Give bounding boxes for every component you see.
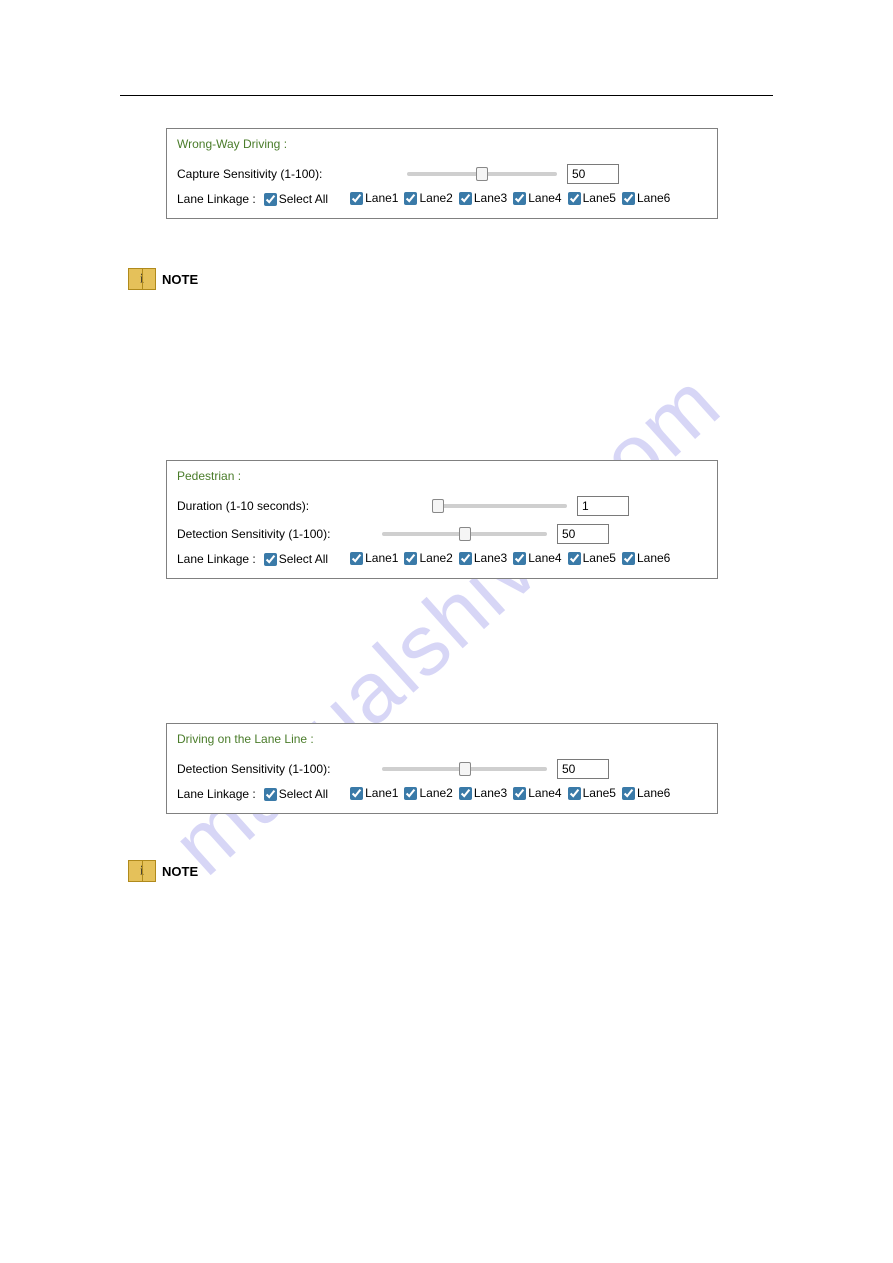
lane-checkbox[interactable]: Lane3 <box>459 786 507 800</box>
lane-checkbox-label: Lane6 <box>637 786 670 800</box>
detect-value-input[interactable] <box>557 524 609 544</box>
lane-checkbox[interactable]: Lane5 <box>568 191 616 205</box>
lane-linkage-label: Lane Linkage : <box>177 552 256 566</box>
lane-checkbox-label: Lane3 <box>474 551 507 565</box>
lane-checkbox[interactable]: Lane4 <box>513 551 561 565</box>
lane-checks: Lane1 Lane2 Lane3 Lane4 Lane5 Lane6 <box>350 551 676 568</box>
lane-checkbox[interactable]: Lane2 <box>404 551 452 565</box>
lane-checkbox[interactable]: Lane4 <box>513 191 561 205</box>
lane-linkage-label: Lane Linkage : <box>177 192 256 206</box>
lane-checkbox[interactable]: Lane3 <box>459 191 507 205</box>
detect-label: Detection Sensitivity (1-100): <box>177 762 407 776</box>
lane-checkbox-label: Lane3 <box>474 191 507 205</box>
lane-linkage-row: Lane Linkage : Select All Lane1Lane2Lane… <box>177 191 707 208</box>
lane-checkbox-label: Lane4 <box>528 786 561 800</box>
note-callout: NOTE <box>128 860 198 882</box>
lane-checkbox-label: Lane2 <box>419 786 452 800</box>
lane-checkbox-label: Lane1 <box>365 191 398 205</box>
detect-label: Detection Sensitivity (1-100): <box>177 527 407 541</box>
panel-wrong-way: Wrong-Way Driving : Capture Sensitivity … <box>166 128 718 219</box>
duration-slider[interactable] <box>432 499 567 513</box>
select-all-checkbox[interactable]: Select All <box>264 552 328 566</box>
lane-checkbox[interactable]: Lane4 <box>513 786 561 800</box>
panel-title: Driving on the Lane Line : <box>177 732 707 746</box>
slider-thumb[interactable] <box>432 499 444 513</box>
capture-sensitivity-row: Capture Sensitivity (1-100): <box>177 163 707 185</box>
lane-checkbox[interactable]: Lane2 <box>404 786 452 800</box>
lane-checkbox-label: Lane5 <box>583 786 616 800</box>
lane-linkage-row: Lane Linkage : Select All Lane1Lane2Lane… <box>177 786 707 803</box>
lane-checkbox[interactable]: Lane6 <box>622 551 670 565</box>
select-all-checkbox[interactable]: Select All <box>264 192 328 206</box>
detect-row: Detection Sensitivity (1-100): <box>177 523 707 545</box>
slider-thumb[interactable] <box>459 762 471 776</box>
lane-checkbox-label: Lane4 <box>528 191 561 205</box>
lane-checkbox-label: Lane5 <box>583 191 616 205</box>
duration-label: Duration (1-10 seconds): <box>177 499 407 513</box>
panel-title: Pedestrian : <box>177 469 707 483</box>
detect-slider[interactable] <box>382 762 547 776</box>
note-label: NOTE <box>162 864 198 879</box>
select-all-text: Select All <box>279 552 328 566</box>
lane-checkbox[interactable]: Lane1 <box>350 551 398 565</box>
capture-label: Capture Sensitivity (1-100): <box>177 167 407 181</box>
slider-thumb[interactable] <box>476 167 488 181</box>
panel-lane-line: Driving on the Lane Line : Detection Sen… <box>166 723 718 814</box>
select-all-checkbox[interactable]: Select All <box>264 787 328 801</box>
lane-linkage-row: Lane Linkage : Select All Lane1Lane2Lane… <box>177 551 707 568</box>
detect-row: Detection Sensitivity (1-100): <box>177 758 707 780</box>
lane-checkbox-label: Lane1 <box>365 786 398 800</box>
detect-value-input[interactable] <box>557 759 609 779</box>
lane-checkbox-label: Lane2 <box>419 191 452 205</box>
note-callout: NOTE <box>128 268 198 290</box>
slider-thumb[interactable] <box>459 527 471 541</box>
lane-checkbox-label: Lane5 <box>583 551 616 565</box>
lane-checkbox-label: Lane4 <box>528 551 561 565</box>
panel-pedestrian: Pedestrian : Duration (1-10 seconds): De… <box>166 460 718 579</box>
lane-linkage-label: Lane Linkage : <box>177 787 256 801</box>
document-page: manualshive.com Wrong-Way Driving : Capt… <box>0 0 893 1263</box>
lane-checkbox[interactable]: Lane5 <box>568 786 616 800</box>
lane-checkbox-label: Lane3 <box>474 786 507 800</box>
select-all-text: Select All <box>279 787 328 801</box>
lane-checkbox[interactable]: Lane1 <box>350 191 398 205</box>
note-icon <box>128 860 156 882</box>
panel-title: Wrong-Way Driving : <box>177 137 707 151</box>
duration-value-input[interactable] <box>577 496 629 516</box>
detect-slider[interactable] <box>382 527 547 541</box>
lane-checkbox[interactable]: Lane6 <box>622 191 670 205</box>
duration-row: Duration (1-10 seconds): <box>177 495 707 517</box>
header-rule <box>120 95 773 96</box>
select-all-text: Select All <box>279 192 328 206</box>
lane-checkbox[interactable]: Lane6 <box>622 786 670 800</box>
lane-checkbox-label: Lane6 <box>637 191 670 205</box>
note-icon <box>128 268 156 290</box>
slider-track <box>432 504 567 508</box>
lane-checkbox[interactable]: Lane1 <box>350 786 398 800</box>
lane-checkbox[interactable]: Lane3 <box>459 551 507 565</box>
note-label: NOTE <box>162 272 198 287</box>
lane-checks: Lane1 Lane2 Lane3 Lane4 Lane5 Lane6 <box>350 191 676 208</box>
lane-checkbox-label: Lane6 <box>637 551 670 565</box>
capture-slider[interactable] <box>407 167 557 181</box>
capture-value-input[interactable] <box>567 164 619 184</box>
lane-checkbox-label: Lane1 <box>365 551 398 565</box>
lane-checkbox-label: Lane2 <box>419 551 452 565</box>
lane-checks: Lane1 Lane2 Lane3 Lane4 Lane5 Lane6 <box>350 786 676 803</box>
lane-checkbox[interactable]: Lane2 <box>404 191 452 205</box>
lane-checkbox[interactable]: Lane5 <box>568 551 616 565</box>
